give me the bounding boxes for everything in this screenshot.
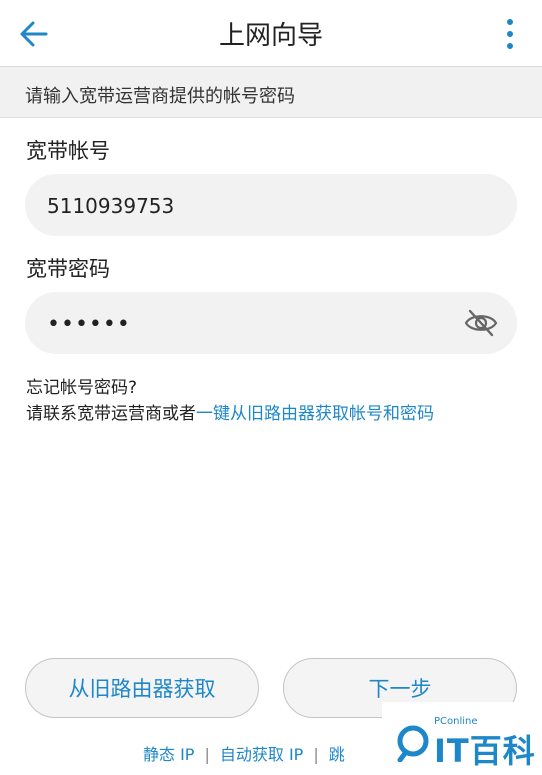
get-from-old-router-button[interactable]: 从旧路由器获取 [25,658,259,718]
account-input[interactable] [45,174,469,238]
account-field[interactable] [25,174,517,238]
arrow-left-icon [20,21,48,47]
watermark-text: IT百科 [434,732,536,770]
more-button[interactable] [500,16,520,52]
password-label: 宽带密码 [26,257,110,281]
watermark: PConline IT百科 [382,702,542,775]
forgot-help: 请联系宽带运营商或者一键从旧路由器获取帐号和密码 [26,399,434,424]
forgot-help-text: 请联系宽带运营商或者 [26,404,196,424]
forgot-question: 忘记帐号密码? [26,378,138,398]
back-button[interactable] [14,14,54,54]
password-input[interactable] [45,292,469,356]
eye-off-icon [464,309,498,337]
skip-link[interactable]: 跳 [329,745,345,764]
password-field[interactable] [25,292,517,356]
bottom-links: 静态 IP | 自动获取 IP | 跳 [143,741,345,765]
app-bar: 上网向导 [0,0,542,67]
link-separator: | [313,745,319,764]
page-title: 上网向导 [218,21,323,51]
account-label: 宽带帐号 [26,139,110,163]
more-vertical-icon [507,19,513,49]
get-from-old-router-link[interactable]: 一键从旧路由器获取帐号和密码 [196,404,434,424]
hint-bar: 请输入宽带运营商提供的帐号密码 [0,67,542,118]
password-visibility-toggle[interactable] [463,305,499,341]
watermark-logo-icon [397,725,429,762]
static-ip-link[interactable]: 静态 IP [143,745,194,764]
auto-ip-link[interactable]: 自动获取 IP [220,745,303,764]
hint-text: 请输入宽带运营商提供的帐号密码 [25,86,295,107]
link-separator: | [204,745,210,764]
